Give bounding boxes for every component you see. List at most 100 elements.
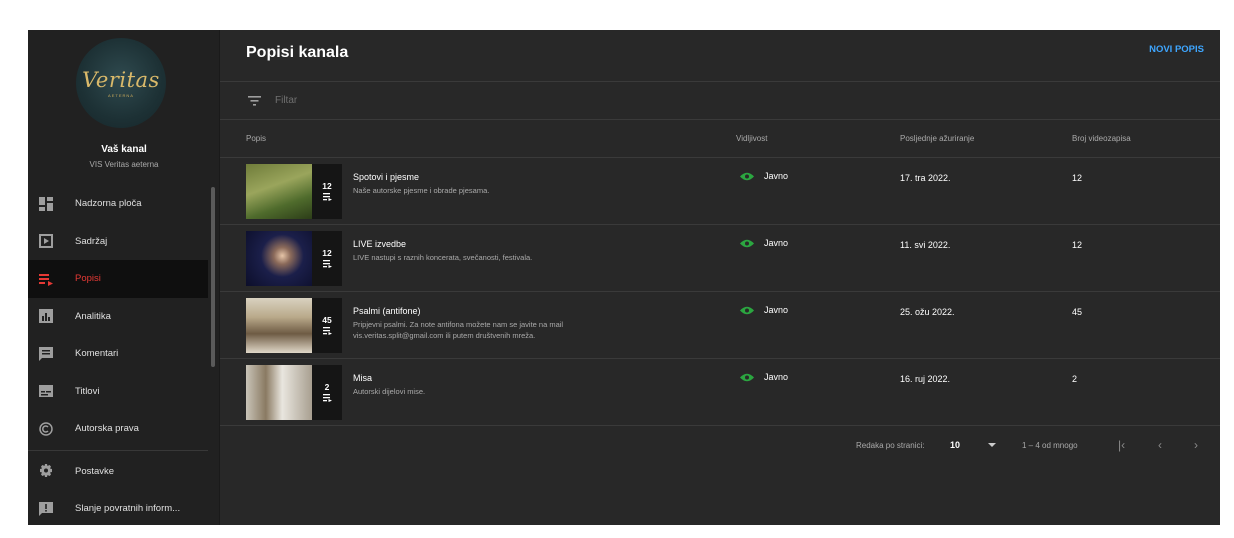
thumbnail-count: 2 [324,381,330,392]
column-header-playlist[interactable]: Popis [246,134,266,143]
visibility-label: Javno [764,372,789,382]
sidebar-item-playlists[interactable]: Popisi [28,260,208,298]
feedback-icon [38,501,54,517]
column-header-last-updated[interactable]: Posljednje ažuriranje [900,134,974,143]
pagination-bar: Redaka po stranici: 10 1 – 4 od mnogo |‹… [220,430,1220,460]
column-header-video-count[interactable]: Broj videozapisa [1072,134,1131,143]
last-updated: 11. svi 2022. [900,240,951,250]
playlist-icon [322,393,332,404]
sidebar-item-label: Postavke [75,465,115,477]
sidebar-item-copyright[interactable]: Autorska prava [28,410,208,448]
visibility-label: Javno [764,238,789,248]
video-count: 2 [1072,374,1078,384]
sidebar-item-dashboard[interactable]: Nadzorna ploča [28,185,208,223]
thumbnail-image [246,365,312,420]
thumbnail-count: 12 [322,180,332,191]
video-count: 12 [1072,240,1083,250]
sidebar-item-label: Nadzorna ploča [75,198,142,210]
thumbnail-count-overlay: 45 [312,298,342,353]
page-title: Popisi kanala [246,44,349,61]
studio-window: Veritas AETERNA Vaš kanal VIS Veritas ae… [28,30,1220,525]
gear-icon [38,463,54,479]
sidebar-item-label: Analitika [75,310,111,322]
sidebar-item-settings[interactable]: Postavke [28,453,208,491]
video-count: 12 [1072,173,1083,183]
thumbnail-count-overlay: 12 [312,231,342,286]
visibility-status[interactable]: Javno [740,372,788,382]
sidebar-item-label: Titlovi [75,385,100,397]
playlist-description: Pripjevni psalmi. Za note antifona možet… [353,320,564,340]
logo-subtext: AETERNA [108,93,134,98]
caret-down-icon[interactable] [988,443,996,447]
channel-name: Vaš kanal [101,144,147,155]
playlist-icon [322,326,332,337]
thumbnail-count: 45 [322,314,332,325]
playlist-thumbnail[interactable]: 2 [246,365,342,420]
copyright-icon [38,421,54,437]
thumbnail-count: 12 [322,247,332,258]
sidebar-item-label: Autorska prava [75,423,139,435]
eye-icon [740,239,754,248]
rows-per-page-select[interactable]: 10 [950,440,960,450]
playlist-icon [38,271,54,287]
sidebar-item-label: Slanje povratnih inform... [75,503,181,515]
sidebar-item-content[interactable]: Sadržaj [28,223,208,261]
visibility-label: Javno [764,305,789,315]
analytics-icon [38,308,54,324]
new-playlist-button[interactable]: NOVI POPIS [1149,44,1204,55]
playlist-description: Autorski dijelovi mise. [353,387,426,396]
content-icon [38,233,54,249]
visibility-label: Javno [764,171,789,181]
visibility-status[interactable]: Javno [740,171,788,181]
playlist-thumbnail[interactable]: 12 [246,231,342,286]
playlist-title[interactable]: LIVE izvedbe [353,239,406,249]
sidebar-scrollbar[interactable] [211,187,215,367]
sidebar-item-feedback[interactable]: Slanje povratnih inform... [28,490,208,525]
visibility-status[interactable]: Javno [740,238,788,248]
first-page-icon[interactable]: |‹ [1118,438,1125,452]
playlist-icon [322,192,332,203]
playlist-description: LIVE nastupi s raznih koncerata, svečano… [353,253,533,262]
thumbnail-image [246,164,312,219]
playlist-title[interactable]: Spotovi i pjesme [353,172,419,182]
filter-icon[interactable] [248,95,261,106]
sidebar-item-label: Komentari [75,348,119,360]
playlist-title[interactable]: Misa [353,373,372,383]
thumbnail-image [246,298,312,353]
playlist-icon [322,259,332,270]
table-row[interactable]: 2 Misa Autorski dijelovi mise. Javno 16.… [220,359,1220,426]
sidebar-divider [28,449,208,451]
filter-bar[interactable]: Filtar [220,82,1220,120]
visibility-status[interactable]: Javno [740,305,788,315]
sidebar-item-comments[interactable]: Komentari [28,335,208,373]
next-page-icon[interactable]: › [1194,438,1198,452]
main-content: Popisi kanala NOVI POPIS Filtar Popis Vi… [220,30,1220,525]
sidebar-item-analytics[interactable]: Analitika [28,298,208,336]
page-header: Popisi kanala NOVI POPIS [220,30,1220,82]
last-updated: 25. ožu 2022. [900,307,955,317]
playlist-title[interactable]: Psalmi (antifone) [353,306,421,316]
eye-icon [740,306,754,315]
thumbnail-count-overlay: 2 [312,365,342,420]
pagination-range: 1 – 4 od mnogo [1022,441,1078,450]
playlist-thumbnail[interactable]: 45 [246,298,342,353]
table-row[interactable]: 12 LIVE izvedbe LIVE nastupi s raznih ko… [220,225,1220,292]
prev-page-icon[interactable]: ‹ [1158,438,1162,452]
last-updated: 17. tra 2022. [900,173,951,183]
dashboard-icon [38,196,54,212]
sidebar-nav: Nadzorna ploča Sadržaj Popisi Analitika … [28,185,208,525]
video-count: 45 [1072,307,1083,317]
table-row[interactable]: 12 Spotovi i pjesme Naše autorske pjesme… [220,158,1220,225]
table-row[interactable]: 45 Psalmi (antifone) Pripjevni psalmi. Z… [220,292,1220,359]
sidebar-item-label: Popisi [75,273,101,285]
playlist-thumbnail[interactable]: 12 [246,164,342,219]
sidebar: Veritas AETERNA Vaš kanal VIS Veritas ae… [28,30,220,525]
table-header: Popis Vidljivost Posljednje ažuriranje B… [220,120,1220,158]
channel-handle: VIS Veritas aeterna [89,160,159,169]
sidebar-item-subtitles[interactable]: Titlovi [28,373,208,411]
column-header-visibility[interactable]: Vidljivost [736,134,767,143]
filter-input[interactable]: Filtar [275,95,297,106]
channel-avatar[interactable]: Veritas AETERNA [76,38,166,128]
eye-icon [740,172,754,181]
subtitles-icon [38,383,54,399]
